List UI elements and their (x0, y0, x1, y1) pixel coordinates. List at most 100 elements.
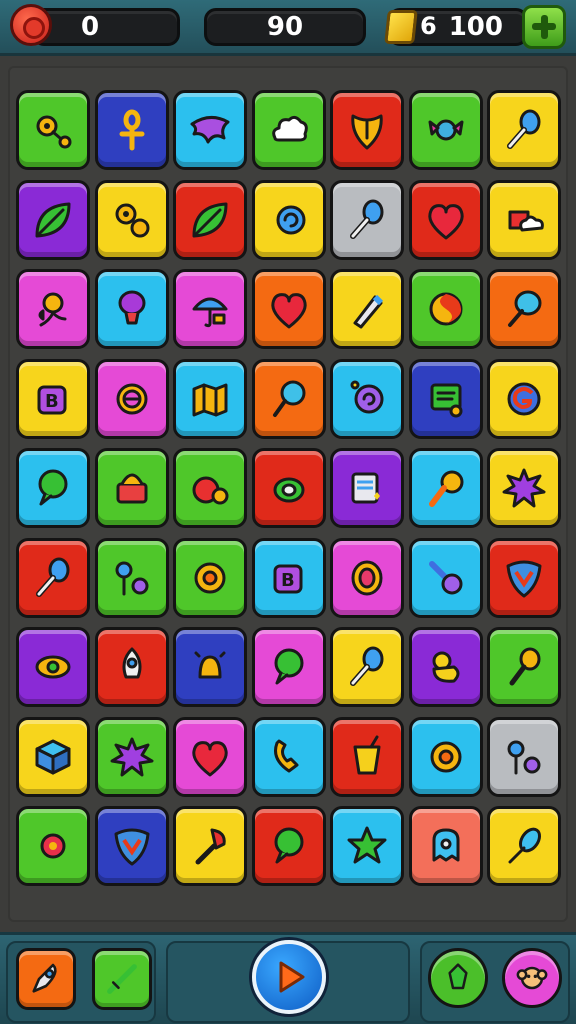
tile-r8-c2[interactable] (94, 716, 169, 797)
tile-r6-c3[interactable] (173, 537, 247, 618)
tile-r2-c1[interactable] (16, 179, 90, 260)
tile-r6-c1[interactable] (16, 537, 90, 618)
tile-r1-c5[interactable] (330, 90, 404, 170)
key-circle-icon (507, 740, 541, 774)
bat-wing-icon (190, 116, 230, 144)
tile-r5-c1[interactable] (16, 448, 90, 528)
tile-r8-c1[interactable] (16, 716, 90, 797)
tile-r4-c4[interactable] (251, 358, 326, 439)
tile-r4-c5[interactable] (330, 358, 404, 439)
tile-r9-c5[interactable] (330, 806, 404, 886)
tile-r4-c7[interactable] (487, 358, 561, 439)
splat-icon (502, 468, 546, 508)
tile-r6-c2[interactable] (94, 537, 169, 618)
tile-r9-c1[interactable] (16, 806, 90, 886)
tile-r5-c2[interactable] (94, 448, 169, 528)
tile-r3-c2[interactable] (94, 269, 169, 349)
box-icon (35, 739, 71, 774)
rocket-icon (122, 647, 141, 679)
tile-r6-c6[interactable] (408, 537, 483, 618)
tile-r6-c7[interactable] (487, 537, 561, 618)
tile-r2-c2[interactable] (94, 179, 169, 260)
tile-r9-c7[interactable] (487, 806, 561, 886)
tile-r1-c3[interactable] (173, 90, 247, 170)
tile-r5-c5[interactable] (330, 448, 404, 528)
note-icon (430, 383, 462, 417)
coins-value: 100 (448, 12, 503, 42)
star-badge-button[interactable] (428, 948, 488, 1008)
tile-r4-c2[interactable] (94, 358, 169, 439)
tile-r2-c3[interactable] (173, 179, 247, 260)
rocket-ship-button[interactable] (16, 948, 76, 1010)
tile-r7-c7[interactable] (487, 627, 561, 707)
tile-r3-c6[interactable] (408, 269, 483, 349)
tile-r5-c7[interactable] (487, 448, 561, 528)
apple-icon (192, 476, 229, 505)
sun-star-icon (40, 833, 66, 859)
spiral-g-icon (507, 382, 541, 415)
basket-icon (116, 473, 147, 504)
tile-r5-c3[interactable] (173, 448, 247, 528)
key-gear-icon (36, 115, 72, 149)
spiral-e-icon (116, 383, 147, 414)
tile-r1-c4[interactable] (251, 90, 326, 170)
tile-r9-c4[interactable] (251, 806, 326, 886)
tile-r8-c6[interactable] (408, 716, 483, 797)
tile-r7-c1[interactable] (16, 627, 90, 707)
tile-r7-c6[interactable] (408, 627, 483, 707)
tile-r1-c6[interactable] (408, 90, 483, 170)
racket-icon (507, 109, 541, 149)
tile-r7-c2[interactable] (94, 627, 169, 707)
tile-r2-c7[interactable] (487, 179, 561, 260)
add-coins-button[interactable] (522, 5, 566, 49)
play-button[interactable] (252, 940, 326, 1014)
rocket-ship-icon (32, 963, 57, 993)
tile-r7-c4[interactable] (251, 627, 326, 707)
tile-r7-c3[interactable] (173, 627, 247, 707)
tile-r5-c4[interactable] (251, 448, 326, 528)
tile-r3-c5[interactable] (330, 269, 404, 349)
tile-r2-c5[interactable] (330, 179, 404, 260)
splat-icon (110, 737, 153, 776)
tile-r3-c7[interactable] (487, 269, 561, 349)
tile-r2-c4[interactable] (251, 179, 326, 260)
monkey-face-button[interactable] (502, 948, 562, 1008)
tile-r9-c6[interactable] (408, 806, 483, 886)
score-center-counter: 90 (204, 8, 366, 46)
coins-prefix: 6 (420, 12, 437, 40)
score-left-counter: 0 (32, 8, 180, 46)
tile-r7-c5[interactable] (330, 627, 404, 707)
tile-r4-c6[interactable] (408, 358, 483, 439)
drink-icon (353, 735, 381, 774)
tile-r8-c3[interactable] (173, 716, 247, 797)
gears-icon (115, 203, 149, 237)
rattle-icon (428, 560, 462, 594)
tile-r8-c7[interactable] (487, 716, 561, 797)
tile-r4-c3[interactable] (173, 358, 247, 439)
tile-r9-c3[interactable] (173, 806, 247, 886)
plunger-icon (195, 828, 226, 865)
tile-r4-c1[interactable]: B (16, 358, 90, 439)
game-board: BB (8, 66, 568, 922)
gift-cloud-icon (508, 210, 544, 231)
shield-v-icon (114, 828, 149, 866)
sword-button[interactable] (92, 948, 152, 1010)
tile-r8-c4[interactable] (251, 716, 326, 797)
eye-leaf-icon (35, 655, 71, 679)
tile-r8-c5[interactable] (330, 716, 404, 797)
tile-r3-c3[interactable] (173, 269, 247, 349)
tile-r6-c4[interactable]: B (251, 537, 326, 618)
tile-r9-c2[interactable] (94, 806, 169, 886)
tile-r3-c4[interactable] (251, 269, 326, 349)
tile-r5-c6[interactable] (408, 448, 483, 528)
tile-r2-c6[interactable] (408, 179, 483, 260)
play-icon (279, 961, 305, 993)
tile-r6-c5[interactable] (330, 537, 404, 618)
shield-v-icon (506, 560, 542, 597)
tile-r1-c1[interactable] (16, 90, 90, 170)
star-icon (347, 826, 387, 864)
maraca-icon (509, 647, 541, 686)
tile-r1-c7[interactable] (487, 90, 561, 170)
tile-r3-c1[interactable] (16, 269, 90, 349)
tile-r1-c2[interactable] (94, 90, 169, 170)
